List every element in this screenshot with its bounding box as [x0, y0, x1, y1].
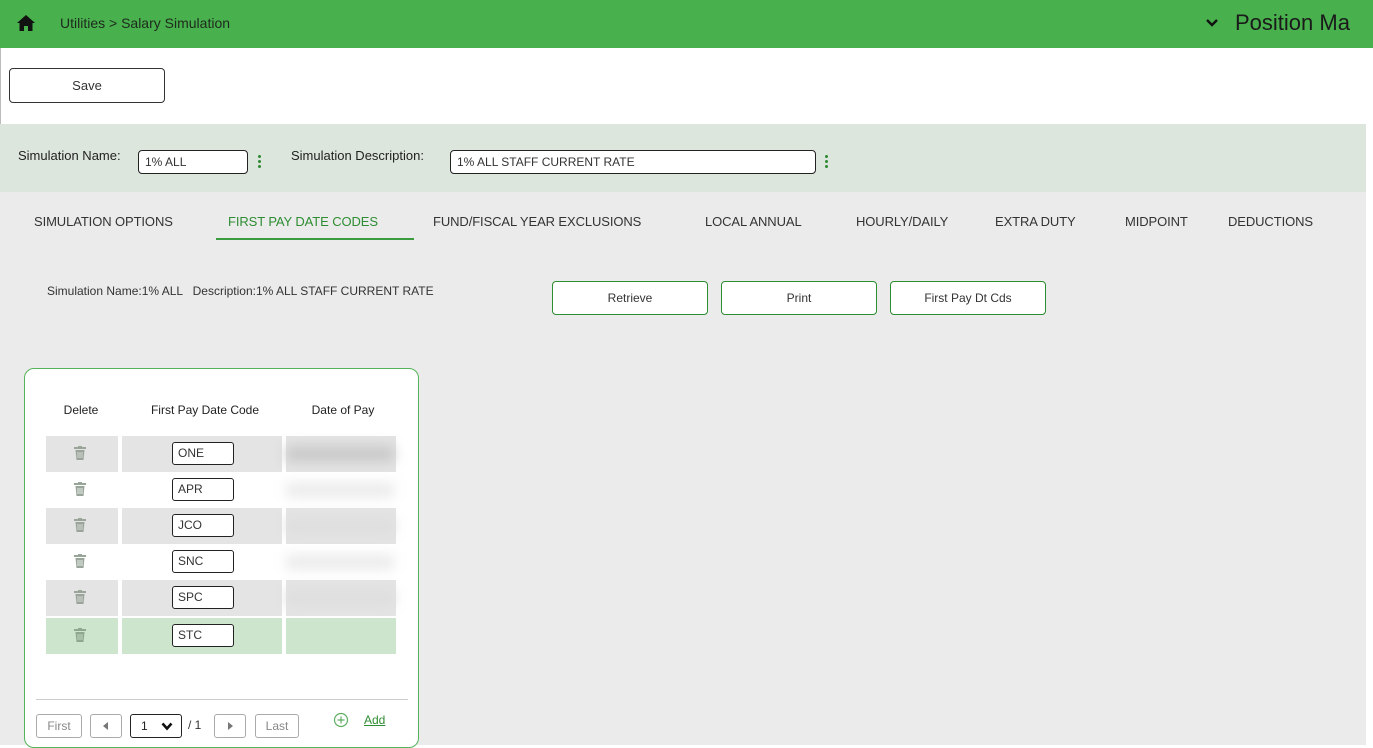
table-row: SPC: [46, 580, 396, 616]
date-of-pay-redacted: [286, 590, 394, 606]
page-count: / 1: [188, 718, 202, 732]
caret-right-icon: [228, 722, 233, 730]
simulation-name-label: Simulation Name:: [18, 148, 121, 163]
table-row: APR: [46, 472, 396, 508]
table-row: ONE: [46, 436, 396, 472]
active-tab-indicator: [216, 238, 414, 240]
simulation-info: Simulation Name:1% ALL Description:1% AL…: [47, 284, 434, 298]
add-circle-icon[interactable]: [333, 712, 349, 728]
first-pay-date-code-input[interactable]: SNC: [172, 550, 234, 573]
print-button[interactable]: Print: [721, 281, 877, 315]
first-pay-date-code-input[interactable]: SPC: [172, 586, 234, 609]
trash-icon[interactable]: [74, 482, 86, 496]
tab-extra-duty[interactable]: EXTRA DUTY: [995, 214, 1076, 229]
simulation-name-menu-icon[interactable]: [258, 155, 262, 169]
tab-midpoint[interactable]: MIDPOINT: [1125, 214, 1188, 229]
page-select-value: 1: [141, 719, 148, 733]
chevron-down-icon: [161, 722, 173, 731]
prev-page-button[interactable]: [90, 714, 122, 738]
date-of-pay-redacted: [286, 482, 394, 498]
first-pay-date-code-input[interactable]: APR: [172, 478, 234, 501]
date-of-pay-redacted: [286, 518, 394, 534]
first-pay-date-code-input[interactable]: STC: [172, 624, 234, 647]
tab-simulation-options[interactable]: SIMULATION OPTIONS: [34, 214, 173, 229]
tab-bar: SIMULATION OPTIONS FIRST PAY DATE CODES …: [0, 192, 1366, 256]
tab-local-annual[interactable]: LOCAL ANNUAL: [705, 214, 802, 229]
next-page-button[interactable]: [214, 714, 246, 738]
app-title[interactable]: Position Ma: [1235, 10, 1350, 36]
first-pay-date-code-input[interactable]: ONE: [172, 442, 234, 465]
trash-icon[interactable]: [74, 446, 86, 460]
retrieve-button[interactable]: Retrieve: [552, 281, 708, 315]
tab-hourly-daily[interactable]: HOURLY/DAILY: [856, 214, 948, 229]
tab-first-pay-date-codes[interactable]: FIRST PAY DATE CODES: [228, 214, 378, 229]
column-header-delete: Delete: [63, 403, 99, 417]
trash-icon[interactable]: [74, 590, 86, 604]
chevron-down-icon[interactable]: [1205, 17, 1219, 29]
breadcrumb[interactable]: Utilities > Salary Simulation: [60, 15, 230, 31]
simulation-description-label: Simulation Description:: [291, 148, 424, 163]
first-pay-date-code-input[interactable]: JCO: [172, 514, 234, 537]
tab-fund-fiscal-year-exclusions[interactable]: FUND/FISCAL YEAR EXCLUSIONS: [433, 214, 641, 229]
table-row-selected: STC: [46, 618, 396, 654]
first-pay-dt-cds-button[interactable]: First Pay Dt Cds: [890, 281, 1046, 315]
simulation-description-menu-icon[interactable]: [825, 155, 829, 169]
date-of-pay-redacted: [286, 554, 394, 570]
simulation-name-field[interactable]: 1% ALL: [138, 150, 248, 174]
simulation-description-field[interactable]: 1% ALL STAFF CURRENT RATE: [450, 150, 816, 174]
pager-divider: [36, 699, 408, 700]
first-page-button[interactable]: First: [36, 714, 82, 738]
add-row-link[interactable]: Add: [364, 713, 385, 727]
trash-icon[interactable]: [74, 518, 86, 532]
table-row: SNC: [46, 544, 396, 580]
page-select[interactable]: 1: [130, 714, 182, 738]
top-bar: Utilities > Salary Simulation Position M…: [0, 0, 1373, 48]
trash-icon[interactable]: [74, 628, 86, 642]
trash-icon[interactable]: [74, 554, 86, 568]
date-of-pay-redacted: [286, 446, 394, 462]
caret-left-icon: [103, 722, 108, 730]
home-icon[interactable]: [16, 14, 36, 32]
table-row: JCO: [46, 508, 396, 544]
tab-deductions[interactable]: DEDUCTIONS: [1228, 214, 1313, 229]
save-button[interactable]: Save: [9, 68, 165, 103]
last-page-button[interactable]: Last: [255, 714, 299, 738]
column-header-first-pay-date-code: First Pay Date Code: [150, 403, 260, 417]
column-header-date-of-pay: Date of Pay: [311, 403, 375, 417]
